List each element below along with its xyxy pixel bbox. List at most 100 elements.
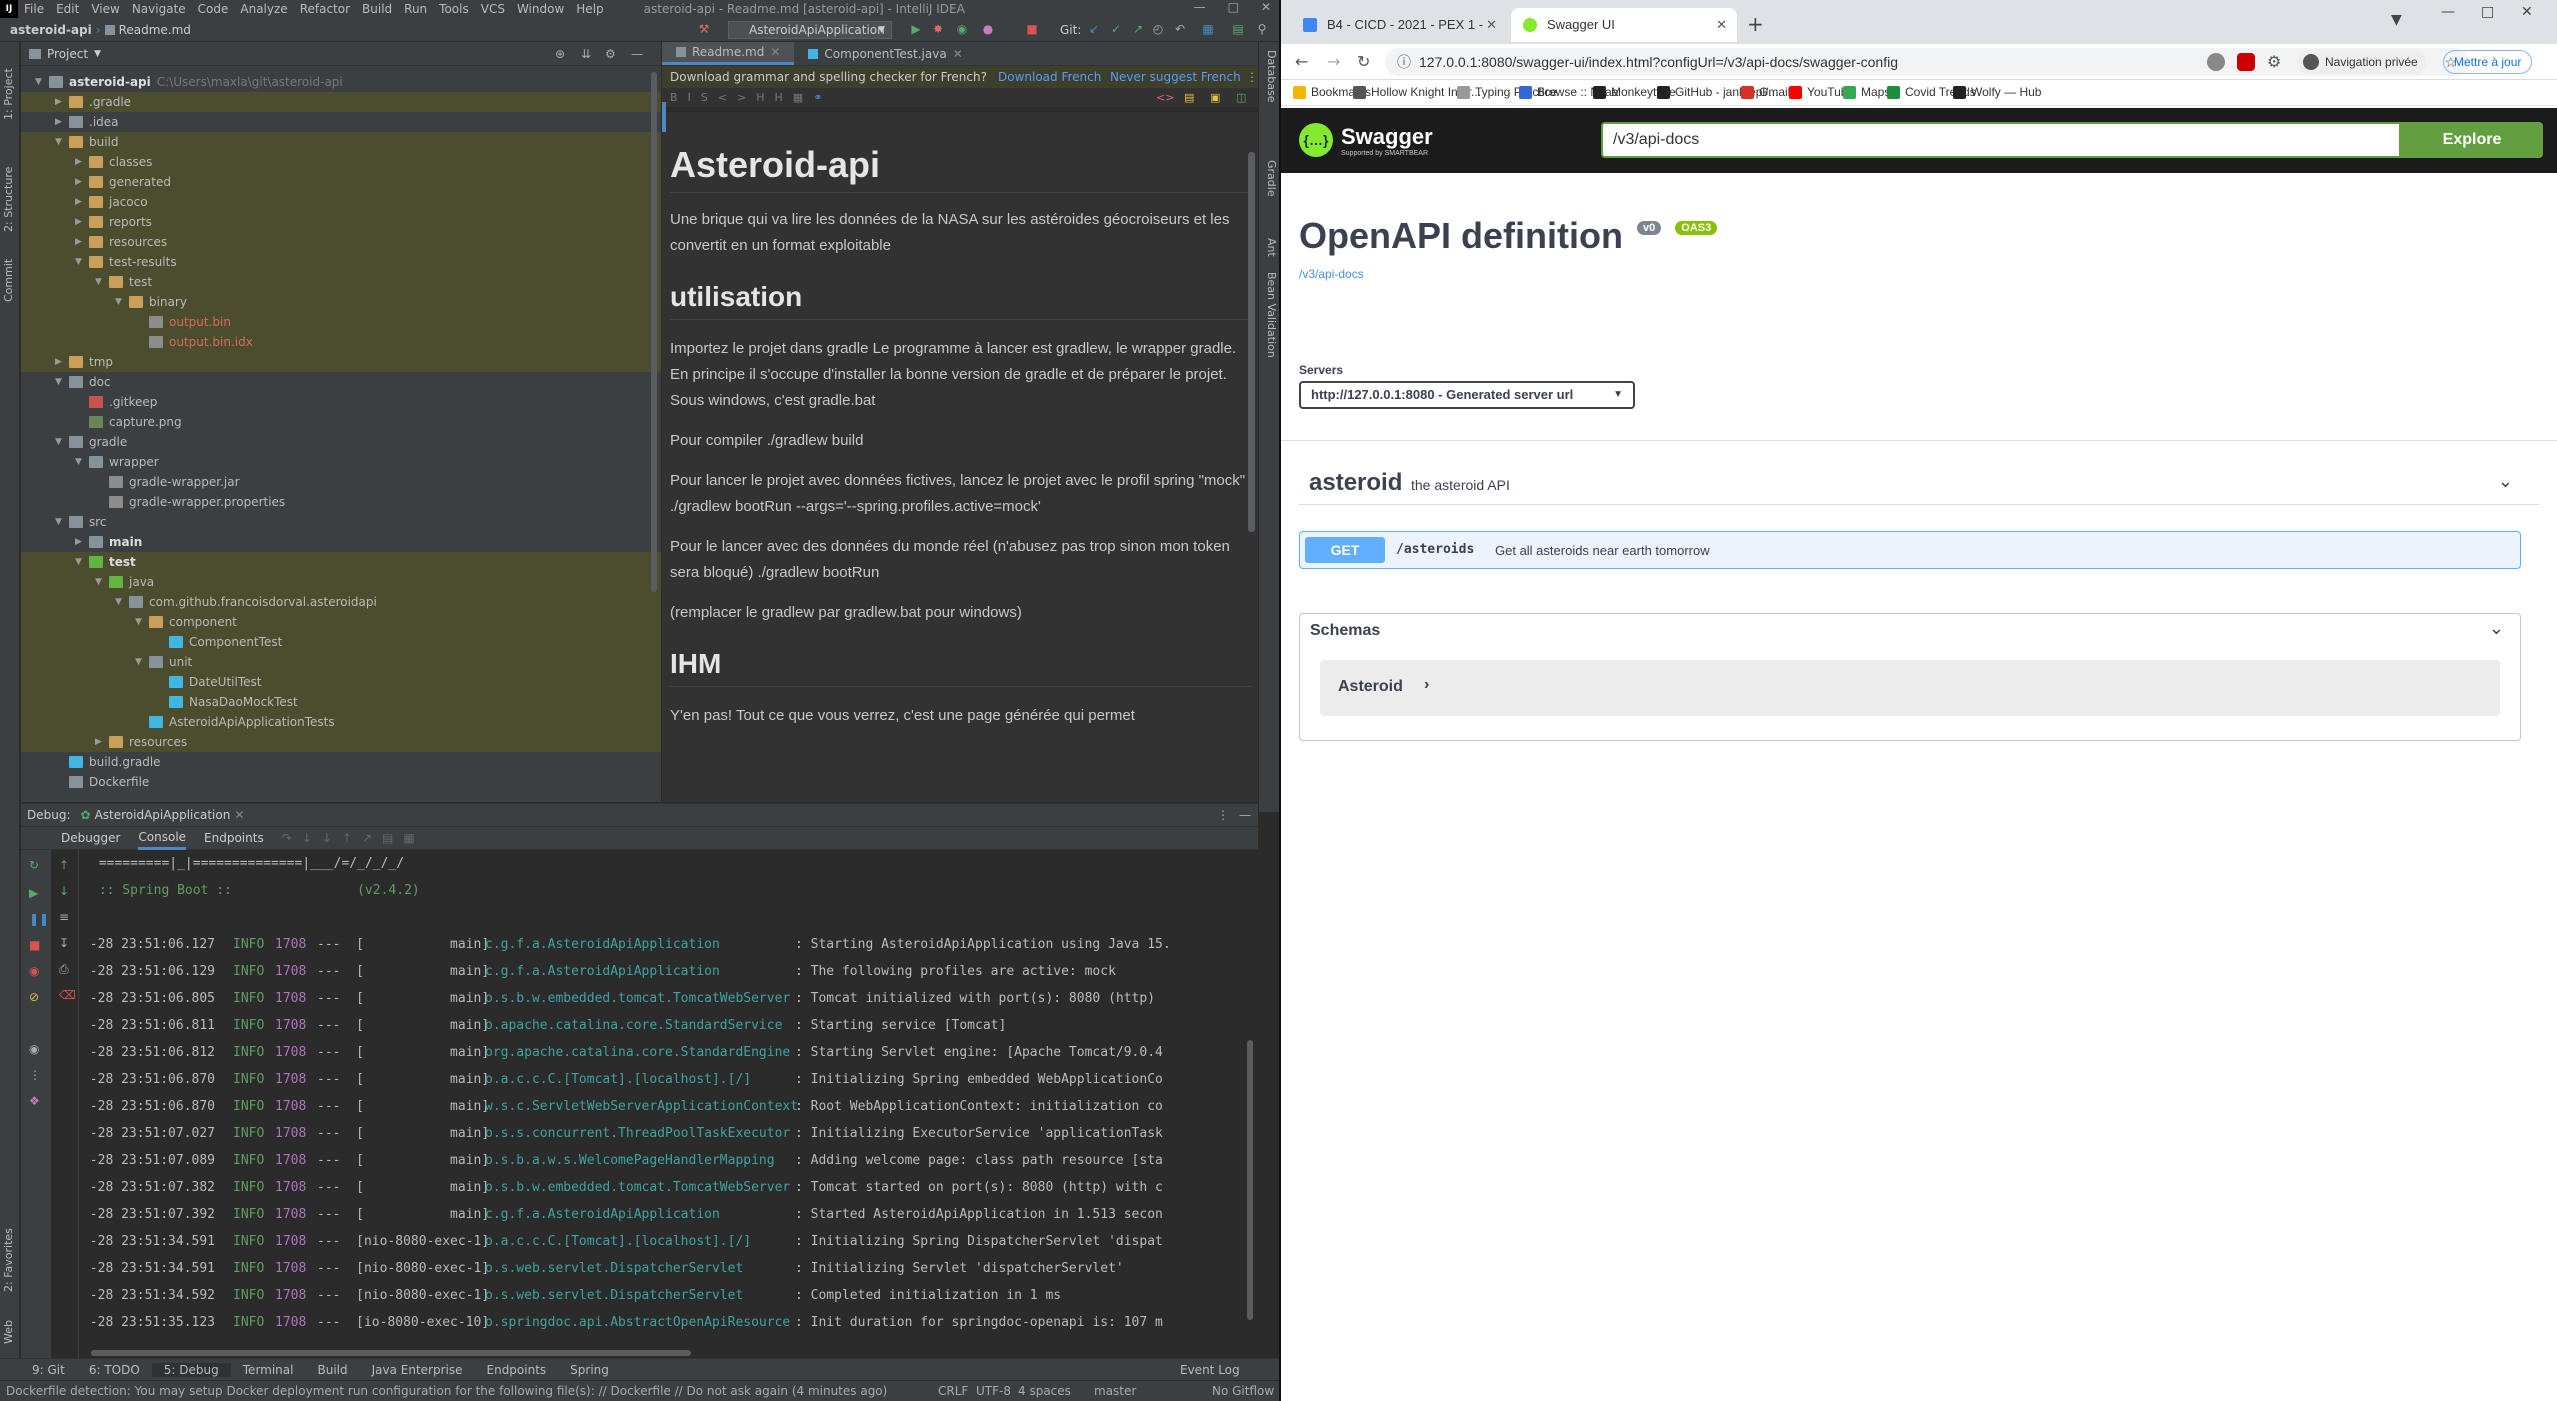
tree-item[interactable]: ▼ src [21,512,661,532]
collapse-all-icon[interactable]: ⇊ [581,47,591,61]
rollback-icon[interactable]: ↶ [1172,21,1188,37]
locate-icon[interactable]: ⊕ [555,47,565,61]
coverage-icon[interactable]: ◉ [954,21,970,37]
soft-wrap-icon[interactable]: ≡ [59,910,69,924]
status-message[interactable]: Dockerfile detection: You may setup Dock… [6,1384,887,1398]
extension-icon[interactable] [2207,53,2225,71]
rerun-icon[interactable]: ↻ [29,858,39,872]
chevron-right-icon[interactable]: ▶ [95,732,107,752]
chevron-down-icon[interactable]: ▼ [95,572,107,592]
api-docs-link[interactable]: /v3/api-docs [1299,267,1364,281]
run-icon[interactable]: ▶ [908,21,924,37]
tree-item[interactable]: ▼ test [21,272,661,292]
chevron-right-icon[interactable]: ▶ [55,92,67,112]
code-icon[interactable]: <> [718,91,756,104]
status-branch[interactable]: master [1094,1381,1136,1401]
tool-database[interactable]: Database [1262,50,1278,130]
tool-project[interactable]: 1: Project [2,50,18,120]
strike-icon[interactable]: S [701,91,718,104]
bookmark-item[interactable]: Maps [1843,85,1890,99]
download-french-link[interactable]: Download French [998,66,1101,88]
tab-debugger[interactable]: Debugger [61,831,120,845]
menu-navigate[interactable]: Navigate [126,2,192,16]
tool-structure[interactable]: 2: Structure [2,142,18,232]
tree-item[interactable]: ▼ test [21,552,661,572]
tree-item[interactable]: ▼ unit [21,652,661,672]
project-view-select[interactable]: Project [47,47,88,61]
tool-web[interactable]: Web [2,1304,18,1344]
tree-item[interactable]: ▼ test-results [21,252,661,272]
console-scrollbar[interactable] [1247,1040,1253,1320]
never-suggest-link[interactable]: Never suggest French [1110,66,1241,88]
tree-item[interactable]: capture.png [21,412,661,432]
debug-icon[interactable]: ✸ [930,21,946,37]
italic-icon[interactable]: I [688,91,701,104]
breadcrumb-file[interactable]: Readme.md [119,23,191,37]
more-icon[interactable]: ⋮ [29,1068,41,1082]
menu-edit[interactable]: Edit [50,2,85,16]
clear-all-icon[interactable]: ⌫ [59,988,76,1002]
tool-java-enterprise[interactable]: Java Enterprise [360,1363,475,1377]
scroll-end-icon[interactable]: ↧ [59,936,69,950]
tree-item[interactable]: ▼ build [21,132,661,152]
status-line-separator[interactable]: CRLF [938,1381,968,1401]
tree-item[interactable]: ▶ generated [21,172,661,192]
menu-run[interactable]: Run [398,2,433,16]
tree-item[interactable]: ▶ tmp [21,352,661,372]
minimize-icon[interactable]: — [1194,0,1206,14]
close-icon[interactable]: ✕ [770,40,780,64]
browser-tab-google-doc[interactable]: B4 - CICD - 2021 - PEX 1 - Goog ✕ [1291,8,1507,66]
preview-only-icon[interactable]: ▣ [1210,88,1220,108]
header-icon[interactable]: H [756,91,774,104]
gear-icon[interactable]: ⚙ [605,47,616,61]
tree-item[interactable]: ▶ .idea [21,112,661,132]
tag-asteroid[interactable]: asteroid the asteroid API ⌄ [1299,465,2539,505]
tab-console[interactable]: Console [138,827,187,850]
tool-gradle[interactable]: Gradle [1262,160,1278,220]
tool-git[interactable]: 9: Git [20,1363,77,1377]
menu-help[interactable]: Help [570,2,609,16]
more-icon[interactable]: ⋮ [1246,66,1258,88]
header2-icon[interactable]: H [775,91,793,104]
bookmark-item[interactable]: Gmail [1741,85,1790,99]
menu-file[interactable]: File [18,2,50,16]
history-icon[interactable]: ◴ [1150,21,1166,37]
chevron-right-icon[interactable]: ▶ [55,352,67,372]
status-indent[interactable]: 4 spaces [1018,1381,1071,1401]
table-icon[interactable]: ▦ [793,91,813,104]
chevron-down-icon[interactable]: ▼ [115,592,127,612]
editor-only-icon[interactable]: <> [1156,88,1174,108]
breakpoints-icon[interactable]: ◉ [29,964,39,978]
tree-item[interactable]: ▼ gradle [21,432,661,452]
pause-icon[interactable]: ❚❚ [29,912,49,926]
tree-item[interactable]: DateUtilTest [21,672,661,692]
tree-item[interactable]: output.bin [21,312,661,332]
profile-icon[interactable]: ● [980,21,996,37]
bookmark-item[interactable]: Wolfy — Hub [1953,85,2041,99]
chevron-right-icon[interactable]: ▶ [75,192,87,212]
tree-item[interactable]: build.gradle [21,752,661,772]
editor-tab[interactable]: Readme.md ✕ [662,40,795,65]
run-config-select[interactable]: AsteroidApiApplication ▼ [728,21,892,39]
tool-debug[interactable]: 5: Debug [151,1362,231,1377]
chevron-down-icon[interactable]: ⌄ [2489,618,2504,639]
more-icon[interactable]: ⋮ [1217,808,1229,822]
chevron-down-icon[interactable]: ▼ [35,72,47,92]
tool-favorites[interactable]: 2: Favorites [2,1202,18,1292]
close-icon[interactable]: ✕ [234,808,244,822]
chevron-down-icon[interactable]: ▼ [55,432,67,452]
menu-window[interactable]: Window [511,2,570,16]
hammer-icon[interactable]: ⚒ [696,21,712,37]
tree-item[interactable]: ▼ asteroid-api C:\Users\maxla\git\asteroid… [21,72,661,92]
tool-spring[interactable]: Spring [558,1363,621,1377]
chevron-down-icon[interactable]: ⌄ [2498,471,2513,492]
resume-icon[interactable]: ▶ [29,886,38,900]
tree-item[interactable]: ▼ com.github.francoisdorval.asteroidapi [21,592,661,612]
tree-item[interactable]: ▶ resources [21,232,661,252]
ublock-icon[interactable] [2237,53,2255,71]
chevron-down-icon[interactable]: ▼ [55,372,67,392]
tree-item[interactable]: AsteroidApiApplicationTests [21,712,661,732]
git-commit-icon[interactable]: ✓ [1108,21,1124,37]
tree-item[interactable]: ▼ java [21,572,661,592]
reload-icon[interactable]: ↻ [1357,52,1370,71]
